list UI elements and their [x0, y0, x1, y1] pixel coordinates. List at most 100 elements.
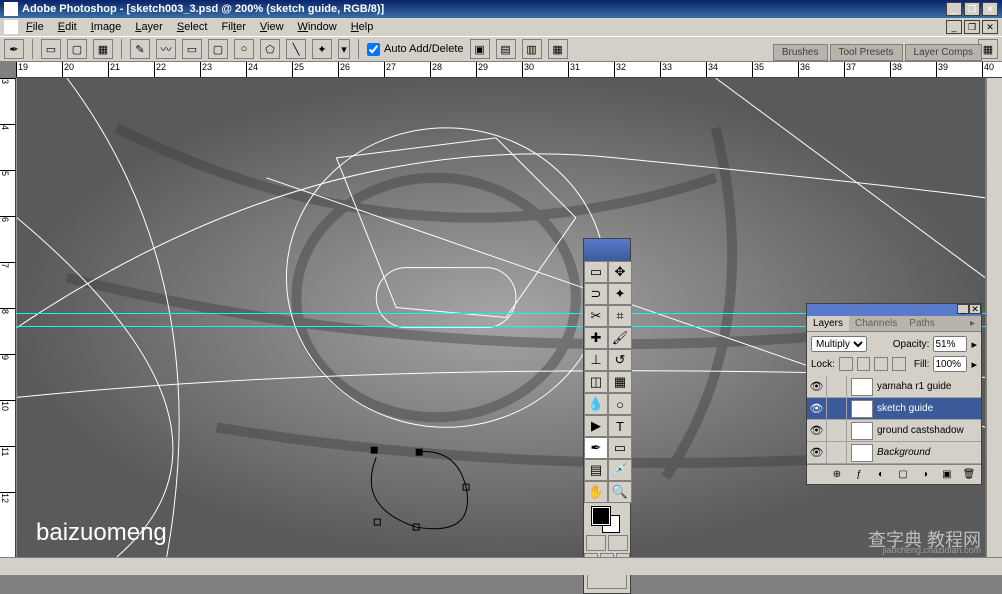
blur-tool-icon[interactable]: 💧	[584, 393, 608, 415]
dodge-tool-icon[interactable]: ○	[608, 393, 632, 415]
layer-row[interactable]: 👁ground castshadow	[807, 420, 981, 442]
doc-close-button[interactable]: ✕	[982, 20, 998, 34]
pen-tool-icon[interactable]: ✒	[584, 437, 608, 459]
gradient-tool-icon[interactable]: ▦	[608, 371, 632, 393]
menu-view[interactable]: View	[254, 19, 290, 35]
new-layer-icon[interactable]: ▣	[939, 468, 955, 482]
delete-layer-icon[interactable]: 🗑	[961, 468, 977, 482]
eyedropper-tool-icon[interactable]: 💉	[608, 459, 632, 481]
brush-tool-icon[interactable]: 🖌	[608, 327, 632, 349]
lock-position-icon[interactable]	[874, 357, 888, 371]
visibility-icon[interactable]: 👁	[807, 420, 827, 442]
crop-tool-icon[interactable]: ✂	[584, 305, 608, 327]
move-tool-icon[interactable]: ✥	[608, 261, 632, 283]
layer-thumbnail[interactable]	[851, 400, 873, 418]
shape-options-dropdown-icon[interactable]: ▾	[338, 39, 350, 59]
rect-icon[interactable]: ▭	[182, 39, 202, 59]
notes-tool-icon[interactable]: ▤	[584, 459, 608, 481]
pen-icon[interactable]: ✎	[130, 39, 150, 59]
rounded-rect-icon[interactable]: ▢	[208, 39, 228, 59]
ruler-vertical[interactable]: 3456789101112	[0, 78, 16, 557]
paths-icon[interactable]: ▢	[67, 39, 87, 59]
custom-shape-icon[interactable]: ✦	[312, 39, 332, 59]
tab-channels[interactable]: Channels	[849, 316, 903, 331]
panel-menu-icon[interactable]: ▸	[964, 316, 981, 331]
freeform-pen-icon[interactable]: 〰	[156, 39, 176, 59]
auto-add-delete-input[interactable]	[367, 43, 380, 56]
layers-panel[interactable]: _ ✕ Layers Channels Paths ▸ Multiply Opa…	[806, 303, 982, 485]
lasso-tool-icon[interactable]: ⊃	[584, 283, 608, 305]
menu-window[interactable]: Window	[292, 19, 343, 35]
menu-select[interactable]: Select	[171, 19, 214, 35]
foreground-color-swatch[interactable]	[592, 507, 610, 525]
menu-image[interactable]: Image	[85, 19, 128, 35]
opacity-arrow-icon[interactable]: ▸	[971, 338, 977, 351]
path-op-add-icon[interactable]: ▣	[470, 39, 490, 59]
layer-thumbnail[interactable]	[851, 422, 873, 440]
standard-mode-icon[interactable]	[586, 535, 606, 551]
eraser-tool-icon[interactable]: ◫	[584, 371, 608, 393]
stamp-tool-icon[interactable]: ⊥	[584, 349, 608, 371]
shape-tool-icon[interactable]: ▭	[608, 437, 632, 459]
panel-minimize-icon[interactable]: _	[957, 304, 969, 314]
wand-tool-icon[interactable]: ✦	[608, 283, 632, 305]
fill-pixels-icon[interactable]: ▦	[93, 39, 113, 59]
toolbox-header[interactable]	[584, 239, 630, 261]
pen-tool-preset-icon[interactable]: ✒	[4, 39, 24, 59]
polygon-icon[interactable]: ⬠	[260, 39, 280, 59]
layer-row[interactable]: 👁yamaha r1 guide	[807, 376, 981, 398]
quickmask-mode-icon[interactable]	[608, 535, 628, 551]
ruler-horizontal[interactable]: 1920212223242526272829303132333435363738…	[16, 62, 1002, 78]
menu-filter[interactable]: Filter	[215, 19, 251, 35]
doc-minimize-button[interactable]: _	[946, 20, 962, 34]
zoom-tool-icon[interactable]: 🔍	[608, 481, 632, 503]
layer-mask-icon[interactable]: ◐	[873, 468, 889, 482]
line-icon[interactable]: ╲	[286, 39, 306, 59]
healing-tool-icon[interactable]: ✚	[584, 327, 608, 349]
close-button[interactable]: ✕	[982, 2, 998, 16]
link-cell[interactable]	[827, 442, 847, 464]
fill-input[interactable]	[933, 356, 967, 372]
shape-layers-icon[interactable]: ▭	[41, 39, 61, 59]
minimize-button[interactable]: _	[946, 2, 962, 16]
ellipse-icon[interactable]: ○	[234, 39, 254, 59]
path-op-subtract-icon[interactable]: ▤	[496, 39, 516, 59]
link-cell[interactable]	[827, 398, 847, 420]
opacity-input[interactable]	[933, 336, 967, 352]
lock-image-icon[interactable]	[857, 357, 871, 371]
adjustment-layer-icon[interactable]: ◑	[917, 468, 933, 482]
toolbox[interactable]: ▭ ✥ ⊃ ✦ ✂ ⌗ ✚ 🖌 ⊥ ↺ ◫ ▦ 💧 ○ ▶ T ✒ ▭ ▤ 💉 …	[583, 238, 631, 594]
visibility-icon[interactable]: 👁	[807, 442, 827, 464]
layer-row[interactable]: 👁Background	[807, 442, 981, 464]
color-swatches[interactable]	[592, 507, 622, 533]
tab-brushes[interactable]: Brushes	[773, 44, 828, 61]
menu-file[interactable]: FFileile	[20, 19, 50, 35]
new-group-icon[interactable]: ▢	[895, 468, 911, 482]
menu-help[interactable]: Help	[345, 19, 380, 35]
type-tool-icon[interactable]: T	[608, 415, 632, 437]
auto-add-delete-checkbox[interactable]: Auto Add/Delete	[367, 43, 464, 56]
link-layers-icon[interactable]: ⊕	[829, 468, 845, 482]
layer-style-icon[interactable]: ƒ	[851, 468, 867, 482]
layer-row[interactable]: 👁sketch guide	[807, 398, 981, 420]
path-select-tool-icon[interactable]: ▶	[584, 415, 608, 437]
tab-layer-comps[interactable]: Layer Comps	[905, 44, 982, 61]
link-cell[interactable]	[827, 420, 847, 442]
marquee-tool-icon[interactable]: ▭	[584, 261, 608, 283]
tab-tool-presets[interactable]: Tool Presets	[830, 44, 903, 61]
layer-thumbnail[interactable]	[851, 378, 873, 396]
tab-layers[interactable]: Layers	[807, 316, 849, 331]
visibility-icon[interactable]: 👁	[807, 376, 827, 398]
lock-transparency-icon[interactable]	[839, 357, 853, 371]
menu-layer[interactable]: Layer	[129, 19, 169, 35]
tab-paths[interactable]: Paths	[903, 316, 941, 331]
hand-tool-icon[interactable]: ✋	[584, 481, 608, 503]
link-cell[interactable]	[827, 376, 847, 398]
menu-edit[interactable]: Edit	[52, 19, 83, 35]
visibility-icon[interactable]: 👁	[807, 398, 827, 420]
path-op-intersect-icon[interactable]: ▥	[522, 39, 542, 59]
doc-restore-button[interactable]: ❐	[964, 20, 980, 34]
slice-tool-icon[interactable]: ⌗	[608, 305, 632, 327]
imageready-icon[interactable]	[587, 573, 627, 589]
restore-button[interactable]: ❐	[964, 2, 980, 16]
